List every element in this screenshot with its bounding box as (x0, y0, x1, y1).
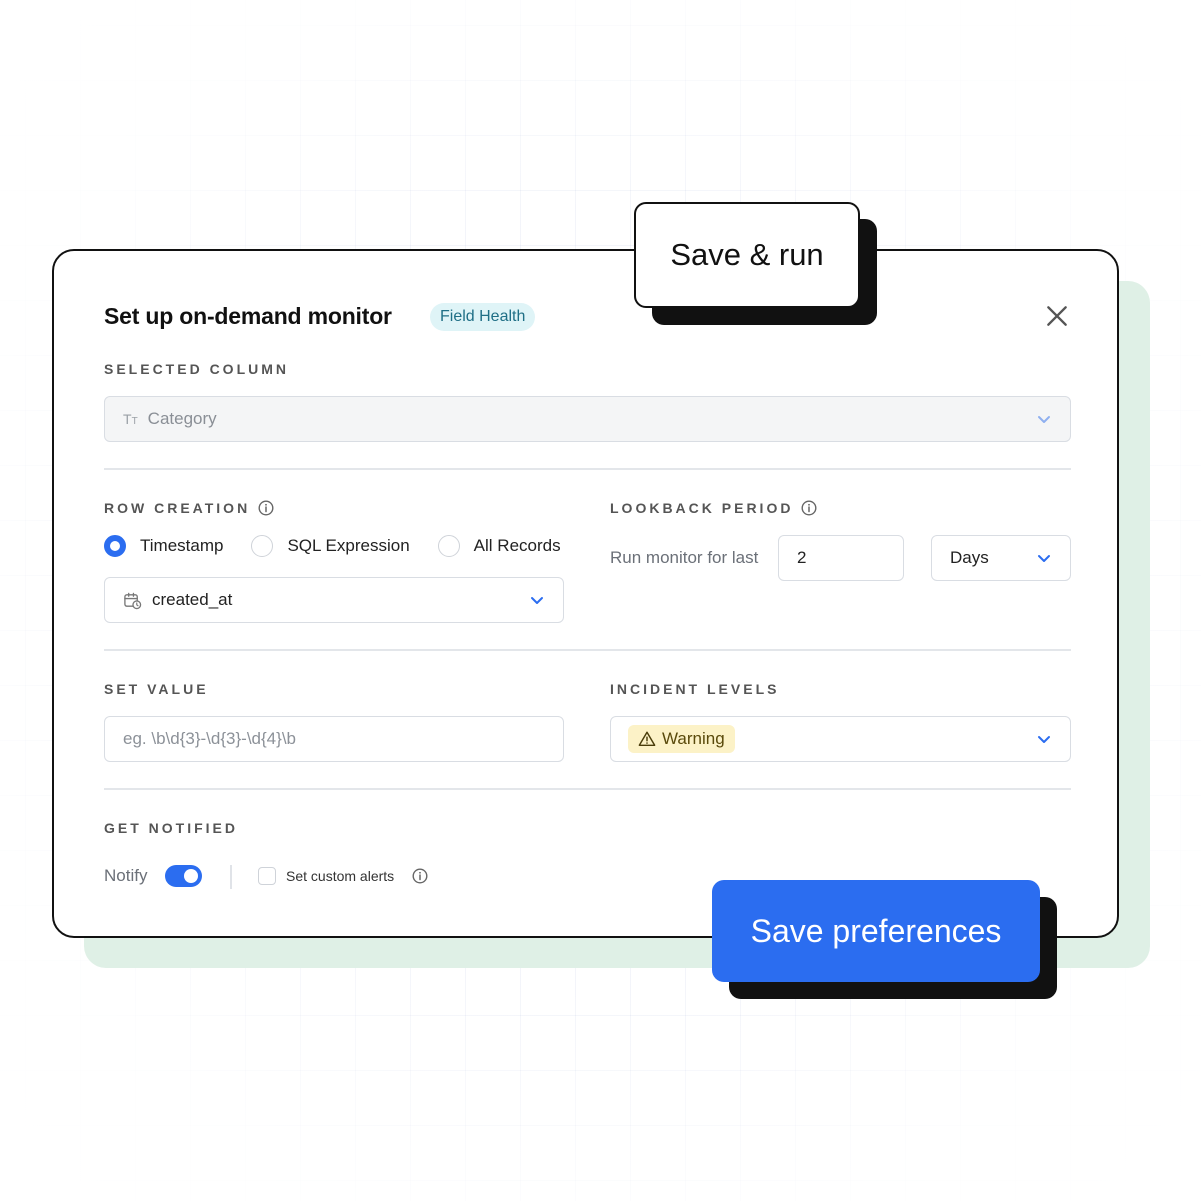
notify-toggle[interactable] (165, 865, 202, 887)
set-value-label: SET VALUE (104, 681, 209, 697)
radio-button[interactable] (437, 535, 460, 557)
field-health-badge: Field Health (430, 303, 536, 331)
custom-alerts-checkbox[interactable] (258, 867, 276, 885)
lookback-unit-select[interactable]: Days (931, 535, 1071, 581)
selected-column-label: SELECTED COLUMN (104, 361, 289, 377)
lookback-amount-value: 2 (797, 548, 807, 567)
chevron-down-icon (531, 597, 543, 604)
row-creation-options: Timestamp SQL Expression All Records (104, 535, 561, 557)
chevron-down-icon (1038, 416, 1050, 423)
vertical-separator (230, 865, 232, 889)
lookback-amount-input[interactable]: 2 (778, 535, 904, 581)
warning-level-label: Warning (662, 729, 725, 748)
radio-button-selected[interactable] (104, 535, 126, 557)
info-icon[interactable] (258, 500, 274, 516)
lookback-unit-value: Days (950, 548, 989, 567)
chevron-down-icon (1038, 736, 1050, 743)
get-notified-label: GET NOTIFIED (104, 820, 238, 836)
divider (104, 468, 1071, 470)
set-value-input[interactable]: eg. \b\d{3}-\d{3}-\d{4}\b (104, 716, 564, 762)
divider (104, 788, 1071, 790)
monitor-modal: Set up on-demand monitor Field Health SE… (52, 249, 1119, 938)
lookback-prefix-text: Run monitor for last (610, 548, 759, 567)
modal-title: Set up on-demand monitor (104, 303, 392, 329)
timestamp-column-value: created_at (152, 590, 233, 609)
radio-button[interactable] (251, 535, 274, 557)
close-icon[interactable] (1044, 303, 1070, 329)
notify-label: Notify (104, 866, 148, 885)
warning-triangle-icon (638, 731, 656, 747)
timestamp-column-select[interactable]: created_at (104, 577, 564, 623)
selected-column-select[interactable]: TT Category (104, 396, 1071, 442)
selected-column-value: Category (147, 409, 217, 428)
warning-level-pill[interactable]: Warning (628, 725, 735, 753)
incident-levels-select[interactable]: Warning (610, 716, 1071, 762)
divider (104, 649, 1071, 651)
save-preferences-button[interactable]: Save preferences (712, 880, 1040, 982)
incident-levels-label: INCIDENT LEVELS (610, 681, 780, 697)
chevron-down-icon (1038, 555, 1050, 562)
radio-sql-expression-label: SQL Expression (287, 536, 410, 555)
custom-alerts-label: Set custom alerts (286, 868, 395, 884)
lookback-period-label: LOOKBACK PERIOD (610, 500, 817, 516)
radio-all-records[interactable]: All Records (437, 535, 561, 557)
text-type-icon: TT (123, 411, 138, 427)
radio-timestamp[interactable]: Timestamp (104, 535, 223, 557)
radio-all-records-label: All Records (473, 536, 561, 555)
calendar-clock-icon (124, 592, 142, 609)
save-and-run-button[interactable]: Save & run (634, 202, 860, 308)
radio-timestamp-label: Timestamp (140, 536, 224, 555)
set-value-placeholder: eg. \b\d{3}-\d{3}-\d{4}\b (123, 729, 296, 748)
row-creation-label: ROW CREATION (104, 500, 274, 516)
radio-sql-expression[interactable]: SQL Expression (251, 535, 410, 557)
info-icon[interactable] (801, 500, 817, 516)
info-icon[interactable] (412, 868, 428, 884)
